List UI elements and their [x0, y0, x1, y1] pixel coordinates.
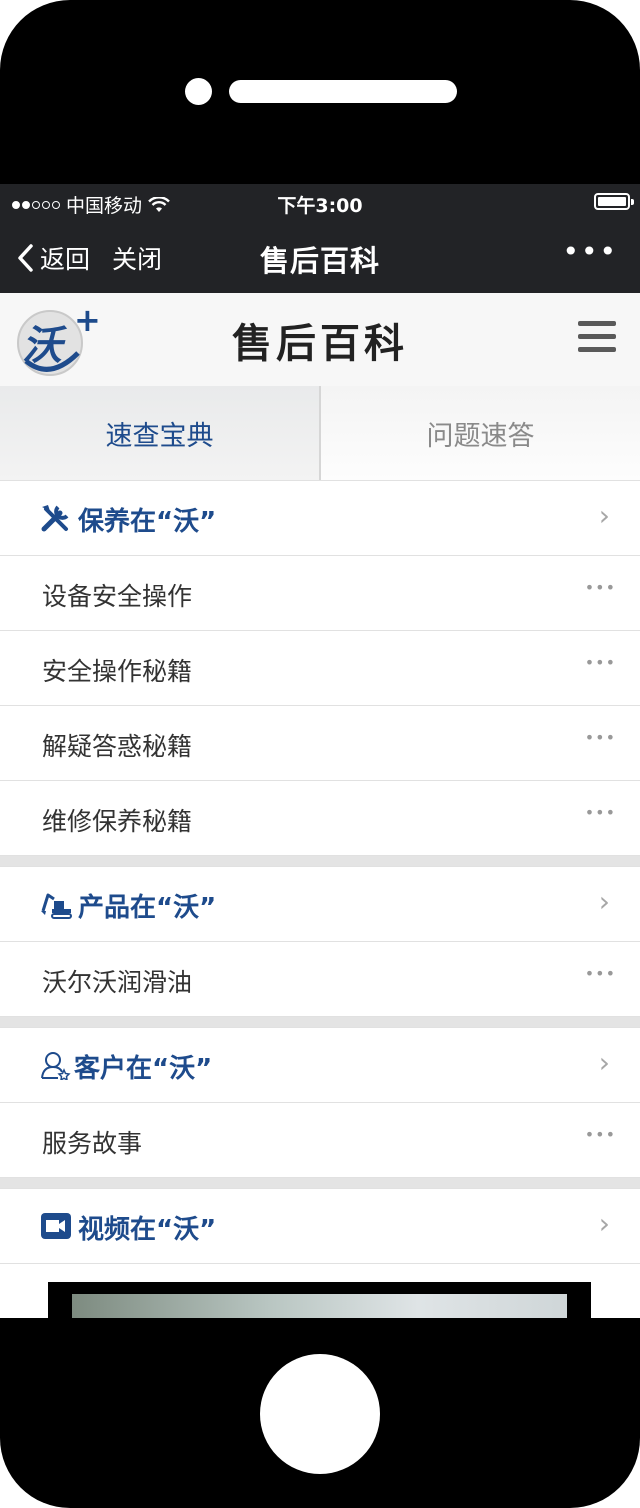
list-item-label: 安全操作秘籍 [42, 657, 193, 686]
list-item-label: 解疑答惑秘籍 [42, 732, 193, 761]
list-item[interactable]: 维修保养秘籍 ••• [0, 780, 640, 855]
list-item[interactable]: 沃尔沃润滑油 ••• [0, 941, 640, 1016]
ellipsis-icon[interactable]: ••• [585, 964, 616, 983]
section-title: 客户在“沃” [74, 1054, 213, 1084]
tab-quick-reference[interactable]: 速查宝典 [0, 386, 319, 480]
ellipsis-icon[interactable]: ••• [585, 578, 616, 597]
video-thumbnail[interactable] [48, 1282, 591, 1318]
status-bar: 中国移动 下午3:00 [0, 184, 640, 220]
section-products[interactable]: 产品在“沃” › [0, 866, 640, 941]
nav-bar: 返回 关闭 售后百科 ••• [0, 220, 640, 293]
chevron-right-icon: › [598, 1207, 610, 1240]
phone-frame: 中国移动 下午3:00 返回 关闭 售后百科 ••• 沃 + 售后百科 速查宝典… [0, 0, 640, 1508]
more-options-icon[interactable]: ••• [562, 238, 618, 266]
chevron-right-icon: › [598, 885, 610, 918]
list-item-label: 服务故事 [42, 1129, 143, 1158]
ellipsis-icon[interactable]: ••• [585, 803, 616, 822]
front-camera [185, 78, 212, 105]
tab-quick-answers[interactable]: 问题速答 [319, 386, 640, 480]
list-item[interactable]: 服务故事 ••• [0, 1102, 640, 1177]
chevron-right-icon: › [598, 1046, 610, 1079]
section-title: 视频在“沃” [78, 1215, 217, 1245]
ellipsis-icon[interactable]: ••• [585, 728, 616, 747]
ellipsis-icon[interactable]: ••• [585, 653, 616, 672]
app-header: 沃 + 售后百科 [0, 293, 640, 386]
ellipsis-icon[interactable]: ••• [585, 1125, 616, 1144]
excavator-icon [41, 893, 72, 919]
section-videos[interactable]: 视频在“沃” › [0, 1188, 640, 1263]
battery-icon [594, 193, 634, 210]
screen: 中国移动 下午3:00 返回 关闭 售后百科 ••• 沃 + 售后百科 速查宝典… [0, 184, 640, 1318]
section-title: 保养在“沃” [78, 507, 217, 537]
wrench-screwdriver-icon [41, 505, 69, 532]
earpiece-speaker [229, 80, 457, 103]
menu-icon[interactable] [578, 321, 616, 355]
list-item[interactable]: 解疑答惑秘籍 ••• [0, 705, 640, 780]
section-maintenance[interactable]: 保养在“沃” › [0, 480, 640, 555]
list-item-label: 设备安全操作 [42, 582, 193, 611]
list-item[interactable]: 设备安全操作 ••• [0, 555, 640, 630]
video-preview-image [72, 1294, 567, 1318]
video-camera-icon [41, 1213, 71, 1239]
list-item-label: 沃尔沃润滑油 [42, 968, 193, 997]
section-title: 产品在“沃” [78, 893, 217, 923]
status-time: 下午3:00 [277, 195, 363, 217]
section-divider [0, 1016, 640, 1027]
tab-bar: 速查宝典 问题速答 [0, 386, 640, 480]
chevron-right-icon: › [598, 499, 610, 532]
section-divider [0, 1177, 640, 1188]
content-list: 保养在“沃” › 设备安全操作 ••• 安全操作秘籍 ••• 解疑答惑秘籍 ••… [0, 480, 640, 1318]
nav-title: 售后百科 [259, 244, 380, 278]
app-title: 售后百科 [232, 320, 408, 367]
home-button[interactable] [260, 1354, 380, 1474]
list-item-label: 维修保养秘籍 [42, 807, 193, 836]
list-item[interactable]: 安全操作秘籍 ••• [0, 630, 640, 705]
user-icon [41, 1052, 71, 1080]
section-divider [0, 855, 640, 866]
section-customers[interactable]: 客户在“沃” › [0, 1027, 640, 1102]
